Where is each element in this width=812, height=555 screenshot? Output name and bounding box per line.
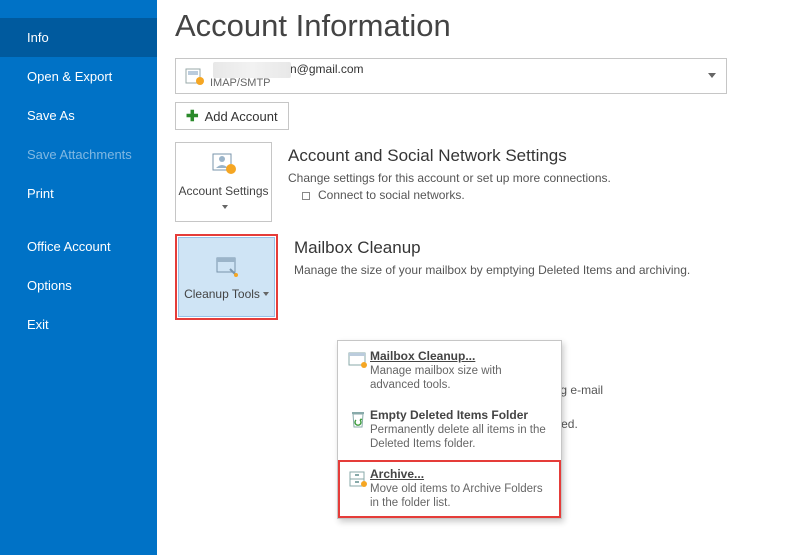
archive-icon bbox=[346, 467, 370, 510]
sidebar-item-save-attachments: Save Attachments bbox=[0, 135, 157, 174]
menu-empty-deleted-desc: Permanently delete all items in the Dele… bbox=[370, 423, 551, 451]
sidebar-item-options[interactable]: Options bbox=[0, 266, 157, 305]
account-settings-icon bbox=[211, 150, 237, 178]
menu-empty-deleted-title: Empty Deleted Items Folder bbox=[370, 408, 551, 423]
trash-icon bbox=[346, 408, 370, 451]
sidebar-item-info[interactable]: Info bbox=[0, 18, 157, 57]
sidebar-item-exit[interactable]: Exit bbox=[0, 305, 157, 344]
menu-archive-desc: Move old items to Archive Folders in the… bbox=[370, 482, 551, 510]
menu-mailbox-cleanup-title: Mailbox Cleanup... bbox=[370, 349, 551, 364]
chevron-down-icon bbox=[708, 73, 716, 78]
section-title-cleanup: Mailbox Cleanup bbox=[294, 238, 734, 258]
menu-archive-title: Archive... bbox=[370, 467, 551, 482]
mailbox-icon bbox=[184, 66, 204, 86]
add-account-button[interactable]: ✚ Add Account bbox=[175, 102, 289, 130]
section-desc-cleanup: Manage the size of your mailbox by empty… bbox=[294, 262, 734, 279]
menu-mailbox-cleanup[interactable]: Mailbox Cleanup... Manage mailbox size w… bbox=[338, 341, 561, 400]
account-dropdown[interactable]: n@gmail.com IMAP/SMTP bbox=[175, 58, 727, 94]
sidebar-item-print[interactable]: Print bbox=[0, 174, 157, 213]
mailbox-cleanup-icon bbox=[346, 349, 370, 392]
bullet-icon bbox=[302, 192, 310, 200]
backstage-sidebar: Info Open & Export Save As Save Attachme… bbox=[0, 0, 157, 555]
connect-social-link[interactable]: Connect to social networks. bbox=[318, 188, 465, 202]
account-settings-button[interactable]: Account Settings bbox=[175, 142, 272, 222]
main-panel: Account Information n@gmail.com IMAP/SMT… bbox=[157, 0, 812, 555]
sidebar-item-open-export[interactable]: Open & Export bbox=[0, 57, 157, 96]
plus-icon: ✚ bbox=[186, 107, 199, 125]
sidebar-item-save-as[interactable]: Save As bbox=[0, 96, 157, 135]
chevron-down-icon bbox=[222, 205, 228, 209]
cleanup-tools-menu: Mailbox Cleanup... Manage mailbox size w… bbox=[337, 340, 562, 519]
account-protocol: IMAP/SMTP bbox=[210, 76, 364, 90]
redacted-name bbox=[213, 62, 291, 78]
sidebar-item-office-account[interactable]: Office Account bbox=[0, 227, 157, 266]
add-account-label: Add Account bbox=[205, 109, 278, 124]
section-desc-account: Change settings for this account or set … bbox=[288, 170, 728, 187]
cleanup-tools-button[interactable]: Cleanup Tools bbox=[178, 237, 275, 317]
section-title-account: Account and Social Network Settings bbox=[288, 146, 728, 166]
cleanup-tools-icon bbox=[214, 253, 240, 281]
menu-archive[interactable]: Archive... Move old items to Archive Fol… bbox=[338, 459, 561, 518]
account-settings-btn-label: Account Settings bbox=[178, 184, 268, 198]
highlight-cleanup: Cleanup Tools bbox=[175, 234, 278, 320]
menu-empty-deleted[interactable]: Empty Deleted Items Folder Permanently d… bbox=[338, 400, 561, 459]
cleanup-tools-btn-label: Cleanup Tools bbox=[184, 287, 260, 301]
menu-mailbox-cleanup-desc: Manage mailbox size with advanced tools. bbox=[370, 364, 551, 392]
page-title: Account Information bbox=[175, 8, 812, 44]
chevron-down-icon bbox=[263, 292, 269, 296]
